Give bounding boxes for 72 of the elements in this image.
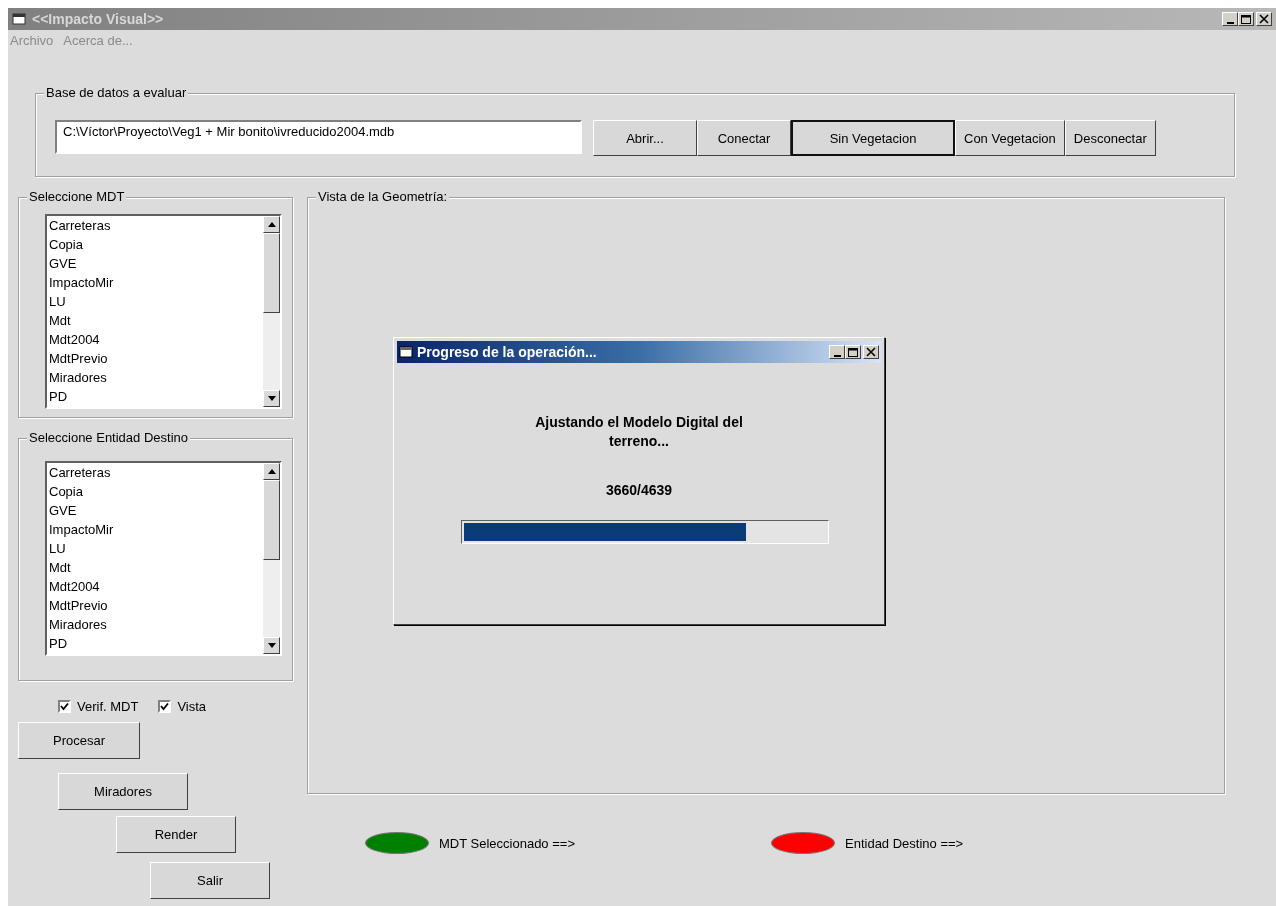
checkbox[interactable]	[58, 700, 71, 713]
down-arrow-icon	[267, 643, 276, 648]
action-button[interactable]: Salir	[150, 862, 270, 899]
maximize-icon	[1241, 14, 1251, 24]
list-item[interactable]: LU	[49, 539, 263, 558]
legend-label: MDT Seleccionado ==>	[439, 835, 575, 851]
minimize-icon	[1226, 21, 1234, 24]
database-button[interactable]: Sin Vegetacion	[791, 120, 955, 156]
database-button[interactable]: Desconectar	[1064, 120, 1156, 156]
checkbox[interactable]	[158, 700, 172, 713]
scrollbar-thumb[interactable]	[263, 480, 280, 560]
progress-message: Ajustando el Modelo Digital del terreno...	[534, 413, 744, 451]
close-button[interactable]	[863, 345, 879, 359]
list-item[interactable]: MdtPrevio	[49, 596, 263, 615]
scroll-up-button[interactable]	[263, 216, 280, 233]
list-box[interactable]: Carreteras Copia GVE ImpactoMir LU Mdt Mdt2004 MdtPrevio Miradores PD	[45, 461, 282, 656]
list-item[interactable]: Miradores	[49, 615, 263, 634]
list-item[interactable]: GVE	[49, 501, 263, 520]
list-item[interactable]: Carreteras	[49, 463, 263, 482]
close-button[interactable]	[1256, 12, 1272, 26]
list-item[interactable]: PD	[49, 634, 263, 653]
maximize-button[interactable]	[1238, 12, 1254, 26]
legend-label: Entidad Destino ==>	[845, 835, 964, 851]
group-label: Base de datos a evaluar	[44, 85, 189, 100]
list-item[interactable]: ImpactoMir	[49, 273, 263, 292]
window-icon	[12, 12, 26, 26]
list-item[interactable]: Miradores	[49, 368, 263, 387]
list-box[interactable]: Carreteras Copia GVE ImpactoMir LU Mdt Mdt2004 MdtPrevio Miradores PD	[45, 214, 282, 409]
list-item[interactable]: ImpactoMir	[49, 520, 263, 539]
database-button[interactable]: Conectar	[697, 120, 791, 156]
up-arrow-icon	[267, 222, 276, 227]
up-arrow-icon	[267, 469, 276, 474]
window-icon	[399, 345, 413, 359]
scrollbar[interactable]	[263, 216, 280, 407]
list-item[interactable]: Mdt2004	[49, 330, 263, 349]
list-item[interactable]: Mdt	[49, 558, 263, 577]
list-item[interactable]: Copia	[49, 235, 263, 254]
close-icon	[1259, 14, 1269, 24]
maximize-icon	[848, 347, 858, 357]
database-button[interactable]: Abrir...	[593, 120, 697, 156]
scroll-down-button[interactable]	[263, 637, 280, 654]
minimize-icon	[833, 354, 841, 357]
list-item[interactable]: Mdt	[49, 311, 263, 330]
minimize-button[interactable]	[829, 345, 845, 359]
scrollbar[interactable]	[263, 463, 280, 654]
checkbox-label: Vista	[177, 699, 207, 714]
database-button[interactable]: Con Vegetacion	[955, 120, 1065, 156]
list-item[interactable]: Mdt2004	[49, 577, 263, 596]
action-button[interactable]: Procesar	[18, 722, 140, 759]
list-item[interactable]: PD	[49, 387, 263, 406]
group-label: Vista de la Geometría:	[316, 189, 450, 204]
dialog-title: Progreso de la operación...	[417, 344, 597, 360]
path-field[interactable]: C:\Víctor\Proyecto\Veg1 + Mir bonito\ivreducido2004.mdb	[55, 120, 582, 154]
scroll-up-button[interactable]	[263, 463, 280, 480]
action-button[interactable]: Render	[116, 816, 236, 853]
list-item[interactable]: Carreteras	[49, 216, 263, 235]
scroll-down-button[interactable]	[263, 390, 280, 407]
scrollbar-thumb[interactable]	[263, 233, 280, 313]
list-item[interactable]: LU	[49, 292, 263, 311]
list-item[interactable]: Copia	[49, 482, 263, 501]
group-label: Seleccione MDT	[27, 189, 127, 204]
list-item[interactable]: GVE	[49, 254, 263, 273]
action-button[interactable]: Miradores	[58, 773, 188, 810]
close-icon	[866, 347, 876, 357]
progress-count: 3660/4639	[604, 482, 674, 498]
checkbox-label: Verif. MDT	[77, 699, 139, 714]
window-title: <<Impacto Visual>>	[32, 11, 164, 27]
down-arrow-icon	[267, 396, 276, 401]
list-item[interactable]: MdtPrevio	[49, 349, 263, 368]
group-label: Seleccione Entidad Destino	[27, 430, 190, 445]
minimize-button[interactable]	[1222, 12, 1238, 26]
maximize-button[interactable]	[845, 345, 861, 359]
